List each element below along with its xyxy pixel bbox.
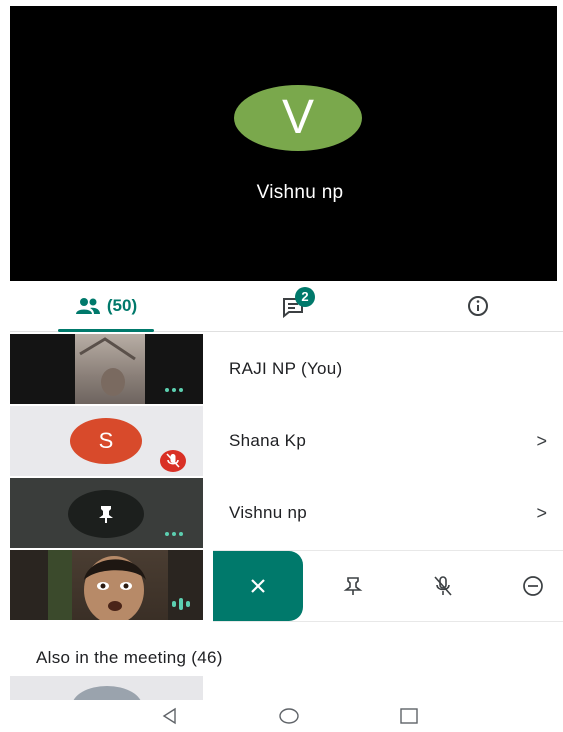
stage-participant-name: Vishnu np xyxy=(256,182,344,203)
recents-button[interactable] xyxy=(396,704,422,728)
home-button[interactable] xyxy=(276,704,302,728)
mic-off-icon xyxy=(434,576,452,596)
tab-chat[interactable]: 2 xyxy=(265,281,325,331)
stage-avatar: V xyxy=(234,85,362,151)
participant-action-bar xyxy=(213,550,563,622)
participant-video-thumbnail xyxy=(10,478,203,548)
close-actions-button[interactable] xyxy=(213,551,303,621)
info-icon xyxy=(466,294,490,318)
remove-participant-button[interactable] xyxy=(508,551,558,621)
video-feed xyxy=(48,550,168,620)
participant-row-raji[interactable]: RAJI NP (You) xyxy=(10,334,563,404)
pinned-avatar xyxy=(68,490,144,538)
participant-video-thumbnail xyxy=(10,334,203,404)
pin-button[interactable] xyxy=(328,551,378,621)
video-feed xyxy=(75,334,145,404)
participant-row-vishnu[interactable]: Vishnu np > xyxy=(10,478,563,548)
back-button[interactable] xyxy=(158,704,182,728)
chevron-right-icon[interactable]: > xyxy=(536,406,547,476)
close-icon xyxy=(251,579,265,593)
also-in-meeting-header: Also in the meeting (46) xyxy=(36,648,223,667)
participant-video-thumbnail: S xyxy=(10,406,203,476)
active-tab-indicator xyxy=(58,329,154,332)
more-options-icon[interactable] xyxy=(165,388,183,392)
mic-off-icon xyxy=(160,450,186,472)
participant-name: Vishnu np xyxy=(229,503,308,522)
avatar: S xyxy=(70,418,142,464)
meeting-tabs: (50) 2 xyxy=(10,281,563,332)
more-options-icon[interactable] xyxy=(165,532,183,536)
participant-video-thumbnail xyxy=(10,550,203,620)
people-icon xyxy=(75,297,101,315)
participant-name: Shana Kp xyxy=(229,431,307,450)
recents-icon xyxy=(400,708,418,724)
tab-info[interactable] xyxy=(453,281,503,331)
main-video-stage: V Vishnu np xyxy=(10,6,557,281)
participant-row-actions xyxy=(10,550,563,622)
chat-unread-badge: 2 xyxy=(295,287,315,307)
avatar xyxy=(72,686,142,700)
remove-icon xyxy=(523,576,543,596)
pin-icon xyxy=(99,506,113,523)
chevron-right-icon[interactable]: > xyxy=(536,478,547,548)
home-icon xyxy=(279,708,299,724)
audio-level-icon xyxy=(172,598,190,610)
system-nav-bar xyxy=(0,700,563,732)
mute-participant-button[interactable] xyxy=(418,551,468,621)
tab-people[interactable]: (50) xyxy=(58,281,154,332)
pin-icon xyxy=(343,577,363,595)
participant-row-shana[interactable]: S Shana Kp > xyxy=(10,406,563,476)
participant-name: RAJI NP (You) xyxy=(229,359,343,378)
back-icon xyxy=(162,707,176,725)
people-count: (50) xyxy=(106,296,138,315)
participant-video-thumbnail xyxy=(10,676,203,700)
